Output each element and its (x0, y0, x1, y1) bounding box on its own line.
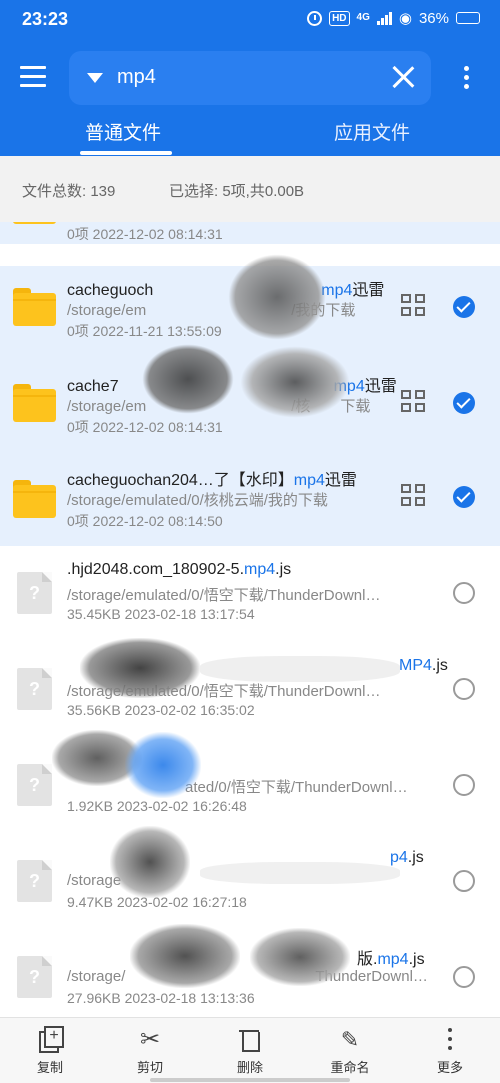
search-bar[interactable]: mp4 (69, 51, 431, 105)
selection-summary: 已选择: 5项,共0.00B (169, 183, 305, 200)
check-icon[interactable] (453, 392, 475, 414)
item-meta: 35.56KB 2023-02-02 16:35:02 (67, 702, 255, 718)
more-button[interactable]: 更多 (410, 1027, 490, 1076)
item-meta: 27.96KB 2023-02-18 13:13:36 (67, 990, 255, 1006)
file-list: 0项 2022-12-02 08:14:31 cacheguoch mp4迅雷 /… (0, 222, 500, 1017)
list-item[interactable]: cache7mp4迅雷 /storage/em/核下载 0项 2022-12-0… (0, 344, 500, 458)
redaction-scribble (240, 346, 350, 418)
redaction-scribble (130, 924, 240, 988)
list-item[interactable]: ? 版.mp4.js /storage/ThunderDownl… 27.96K… (0, 924, 500, 1017)
redaction-scribble (228, 254, 326, 340)
radio-icon[interactable] (453, 966, 475, 988)
search-query[interactable]: mp4 (117, 66, 156, 89)
dropdown-triangle-icon[interactable] (87, 73, 103, 83)
redaction-scribble (142, 344, 234, 414)
battery-icon (456, 12, 480, 24)
status-time: 23:23 (22, 9, 69, 29)
unknown-file-icon: ? (17, 572, 52, 614)
app-header: mp4 普通文件 应用文件 (0, 40, 500, 156)
item-title: cacheguoch mp4迅雷 (67, 282, 385, 299)
tab-normal-files[interactable]: 普通文件 (85, 118, 161, 145)
bottom-toolbar: 复制 ✂ 剪切 删除 ✎ 重命名 更多 (0, 1017, 500, 1083)
item-meta: 35.45KB 2023-02-18 13:17:54 (67, 606, 255, 622)
qr-grid-icon[interactable] (401, 294, 428, 319)
item-meta: 1.92KB 2023-02-02 16:26:48 (67, 798, 247, 814)
pencil-icon: ✎ (340, 1027, 360, 1052)
unknown-file-icon: ? (17, 956, 52, 998)
list-item[interactable]: ? .hjd2048.com_180902-5.mp4.js /storage/… (0, 546, 500, 642)
redaction-scribble (80, 638, 200, 698)
folder-icon (13, 222, 56, 224)
list-item[interactable]: cacheguochan204…了【水印】mp4迅雷 /storage/emul… (0, 458, 500, 546)
folder-icon (13, 480, 56, 518)
summary-bar: 文件总数: 139 已选择: 5项,共0.00B (0, 156, 500, 222)
hd-icon: HD (329, 10, 350, 26)
redaction-scribble (250, 928, 350, 986)
redaction-scribble (200, 656, 400, 682)
item-title: cacheguochan204…了【水印】mp4迅雷 (67, 472, 357, 489)
list-item[interactable]: ? p4.js /storage 9.47KB 2023-02-02 16:27… (0, 826, 500, 930)
status-bar: 23:23 HD 4G ◉ 36% (0, 0, 500, 40)
list-item[interactable]: ? ated/0/悟空下载/ThunderDownl… 1.92KB 2023-… (0, 730, 500, 834)
item-path: /storage/emulated/0/悟空下载/ThunderDownl… (67, 587, 381, 604)
redaction-scribble (110, 826, 190, 898)
home-indicator[interactable] (150, 1078, 350, 1082)
trash-icon (237, 1027, 263, 1053)
redaction-scribble (125, 732, 201, 798)
4g-icon: 4G (356, 12, 370, 23)
radio-icon[interactable] (453, 582, 475, 604)
close-icon[interactable] (389, 63, 417, 91)
item-path: /storage/ThunderDownl… (67, 968, 428, 985)
rename-button[interactable]: ✎ 重命名 (310, 1027, 390, 1076)
radio-icon[interactable] (453, 774, 475, 796)
item-path: /storage/emulated/0/核桃云端/我的下载 (67, 492, 328, 509)
more-vert-icon (437, 1027, 463, 1053)
item-meta: 0项 2022-12-02 08:14:31 (67, 226, 223, 242)
battery-percent: 36% (418, 9, 449, 27)
unknown-file-icon: ? (17, 668, 52, 710)
copy-icon (37, 1026, 64, 1053)
alarm-icon (307, 10, 323, 26)
radio-icon[interactable] (453, 678, 475, 700)
cut-button[interactable]: ✂ 剪切 (110, 1027, 190, 1076)
list-item[interactable]: cacheguochmp4迅雷 /storage/em/我的下载 0项 2022… (0, 254, 500, 362)
menu-icon[interactable] (20, 66, 48, 88)
scissors-icon: ✂ (139, 1026, 161, 1053)
tab-app-files[interactable]: 应用文件 (334, 118, 410, 145)
status-icons: HD 4G ◉ 36% (307, 9, 480, 27)
signal-icon (376, 11, 392, 25)
item-title: 版.mp4.js (357, 951, 425, 968)
item-meta: 0项 2022-11-21 13:55:09 (67, 323, 222, 339)
copy-button[interactable]: 复制 (10, 1026, 90, 1076)
list-item[interactable]: ? MP4.js /storage/emulated/0/悟空下载/Thunde… (0, 638, 500, 738)
redaction-scribble (200, 862, 400, 884)
file-total: 文件总数: 139 (22, 183, 116, 200)
unknown-file-icon: ? (17, 764, 52, 806)
check-icon[interactable] (453, 296, 475, 318)
folder-icon (13, 384, 56, 422)
unknown-file-icon: ? (17, 860, 52, 902)
list-item[interactable]: 0项 2022-12-02 08:14:31 (0, 222, 500, 244)
item-meta: 0项 2022-12-02 08:14:50 (67, 513, 223, 529)
item-meta: 0项 2022-12-02 08:14:31 (67, 419, 223, 435)
check-icon[interactable] (453, 486, 475, 508)
wifi-icon: ◉ (398, 10, 412, 27)
tab-indicator (80, 151, 172, 155)
delete-button[interactable]: 删除 (210, 1027, 290, 1076)
more-vert-icon[interactable] (464, 66, 470, 92)
item-title: .hjd2048.com_180902-5.mp4.js (67, 561, 292, 578)
qr-grid-icon[interactable] (401, 484, 428, 509)
radio-icon[interactable] (453, 870, 475, 892)
folder-icon (13, 288, 56, 326)
qr-grid-icon[interactable] (401, 390, 428, 415)
